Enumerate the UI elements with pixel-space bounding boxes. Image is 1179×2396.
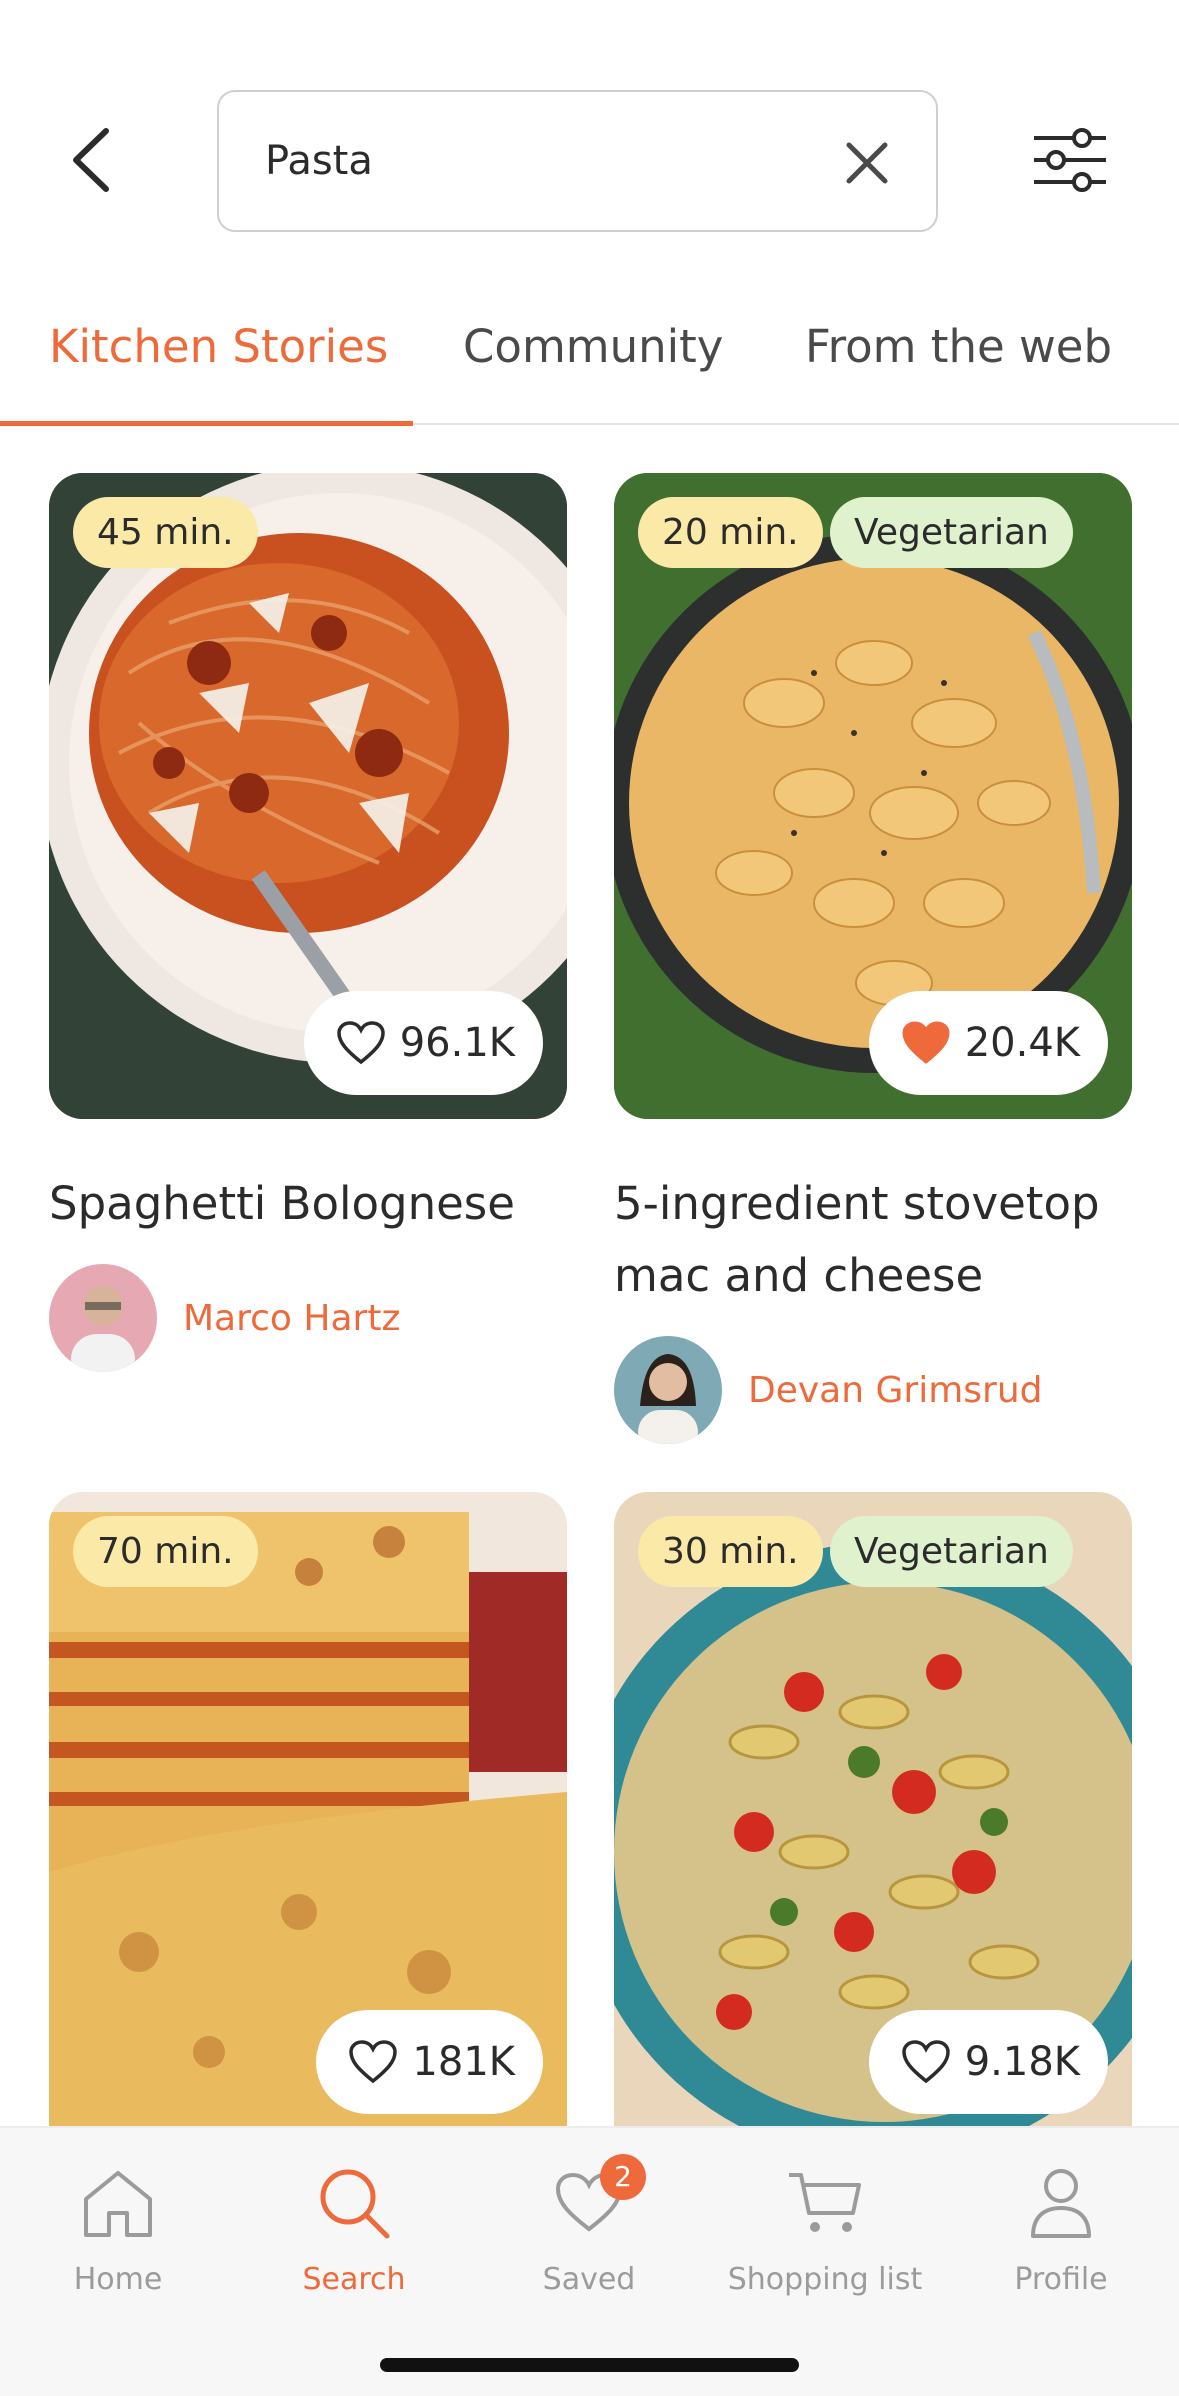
- like-button[interactable]: 20.4K: [868, 991, 1108, 1095]
- saved-count-badge: 2: [600, 2154, 646, 2200]
- chevron-left-icon: [73, 128, 109, 192]
- heart-outline-icon: [349, 2040, 398, 2084]
- active-tab-indicator: [0, 421, 413, 426]
- cart-icon: [789, 2173, 861, 2232]
- filter-button[interactable]: [1030, 120, 1110, 200]
- search-field[interactable]: [217, 90, 938, 232]
- heart-outline-icon: [336, 1021, 385, 1065]
- recipe-card-image[interactable]: 70 min. 181K: [49, 1492, 567, 2126]
- bottom-navigation: Home Search 2 Saved Shopping list Profil…: [0, 2126, 1179, 2396]
- tab-kitchen-stories[interactable]: Kitchen Stories: [49, 320, 388, 373]
- vegetarian-tag: Vegetarian: [830, 1516, 1073, 1587]
- recipe-title[interactable]: Spaghetti Bolognese: [49, 1168, 579, 1240]
- search-icon: [320, 2169, 390, 2239]
- nav-profile[interactable]: Profile: [943, 2148, 1179, 2328]
- cook-time-chip: 70 min.: [73, 1516, 258, 1587]
- cook-time-chip: 30 min.: [638, 1516, 823, 1587]
- avatar: [614, 1336, 722, 1444]
- search-input[interactable]: [265, 138, 785, 184]
- nav-saved[interactable]: 2 Saved: [471, 2148, 707, 2328]
- home-indicator: [380, 2358, 799, 2372]
- author-name: Marco Hartz: [183, 1297, 401, 1339]
- recipe-author[interactable]: Devan Grimsrud: [614, 1336, 1043, 1444]
- recipe-author[interactable]: Marco Hartz: [49, 1264, 400, 1372]
- like-button[interactable]: 181K: [316, 2010, 543, 2114]
- like-count: 96.1K: [399, 1020, 515, 1066]
- tab-community[interactable]: Community: [463, 320, 723, 373]
- like-count: 9.18K: [964, 2039, 1080, 2085]
- recipe-title[interactable]: 5-ingredient stovetop mac and cheese: [614, 1168, 1144, 1312]
- like-count: 20.4K: [964, 1020, 1080, 1066]
- clear-search-button[interactable]: [840, 136, 894, 190]
- recipe-card-image[interactable]: 20 min. Vegetarian 20.4K: [614, 473, 1132, 1119]
- like-button[interactable]: 9.18K: [868, 2010, 1108, 2114]
- nav-search[interactable]: Search: [236, 2148, 472, 2328]
- heart-outline-icon: [901, 2040, 950, 2084]
- nav-label: Shopping list: [727, 2262, 923, 2297]
- recipe-card-image[interactable]: 30 min. Vegetarian 9.18K: [614, 1492, 1132, 2126]
- nav-label: Profile: [1014, 2262, 1108, 2297]
- nav-label: Saved: [542, 2262, 636, 2297]
- source-tabs: Kitchen Stories Community From the web: [0, 280, 1179, 426]
- like-button[interactable]: 96.1K: [303, 991, 543, 1095]
- nav-shopping-list[interactable]: Shopping list: [707, 2148, 943, 2328]
- heart-filled-icon: [902, 1021, 950, 1064]
- back-button[interactable]: [60, 120, 120, 200]
- home-icon: [84, 2171, 152, 2237]
- cook-time-chip: 45 min.: [73, 497, 258, 568]
- nav-home[interactable]: Home: [0, 2148, 236, 2328]
- vegetarian-tag: Vegetarian: [830, 497, 1073, 568]
- author-name: Devan Grimsrud: [748, 1369, 1043, 1411]
- avatar: [49, 1264, 157, 1372]
- recipe-card-image[interactable]: 45 min. 96.1K: [49, 473, 567, 1119]
- tab-from-the-web[interactable]: From the web: [805, 320, 1112, 373]
- close-icon: [846, 142, 888, 184]
- like-count: 181K: [412, 2039, 515, 2085]
- person-icon: [1031, 2169, 1091, 2238]
- nav-label: Search: [302, 2262, 406, 2297]
- nav-label: Home: [73, 2262, 163, 2297]
- sliders-icon: [1034, 128, 1106, 192]
- cook-time-chip: 20 min.: [638, 497, 823, 568]
